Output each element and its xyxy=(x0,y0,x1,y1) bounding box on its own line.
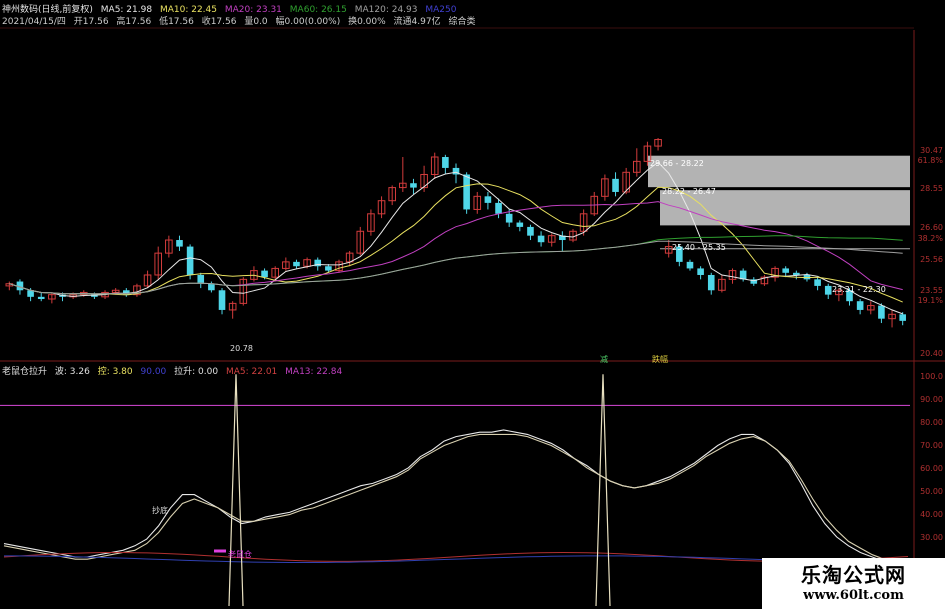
candle-body xyxy=(208,283,215,291)
indicator-series-line xyxy=(3,429,909,567)
candle-body xyxy=(516,222,524,227)
indicator-axis-label: 100.0 xyxy=(920,372,943,381)
chart-canvas xyxy=(0,27,945,609)
candle-body xyxy=(793,272,800,275)
candle-body xyxy=(686,261,694,269)
candle-body xyxy=(697,268,704,275)
candle-body xyxy=(186,246,194,275)
indicator-spike xyxy=(228,374,244,607)
candle-body xyxy=(293,261,300,267)
price-axis-label: 61.8% xyxy=(917,156,943,165)
price-axis-label: 38.2% xyxy=(917,234,943,243)
price-axis-label: 26.60 xyxy=(920,223,943,232)
price-axis-label: 30.47 xyxy=(920,146,943,155)
price-axis-label: 19.1% xyxy=(917,296,943,305)
candle-body xyxy=(484,196,492,203)
candle-body xyxy=(878,305,885,319)
candle-body xyxy=(197,274,205,284)
price-axis-label: 25.56 xyxy=(920,255,943,264)
candle-body xyxy=(899,314,906,321)
lower-signal-label: 老鼠仓 xyxy=(228,550,252,559)
candle-body xyxy=(495,202,502,214)
indicator-spike xyxy=(595,374,611,607)
candle-body xyxy=(218,290,226,310)
indicator-axis-label: 80.00 xyxy=(920,418,943,427)
price-axis-label: 23.55 xyxy=(920,286,943,295)
price-axis-label: 28.55 xyxy=(920,184,943,193)
candle-body xyxy=(856,301,864,310)
candle-body xyxy=(612,178,619,192)
low-price-label: 20.78 xyxy=(230,344,253,353)
signal-b-label: 跌幅 xyxy=(652,355,668,364)
candle-body xyxy=(707,274,715,291)
candle-body xyxy=(782,268,789,273)
candle-body xyxy=(325,266,332,271)
candle-body xyxy=(176,240,183,247)
candle-body xyxy=(537,235,545,243)
candle-body xyxy=(527,226,534,236)
candle-body xyxy=(814,279,821,286)
ma60-line xyxy=(9,235,903,295)
candle-body xyxy=(442,157,449,168)
upper-signal-label: 抄底 xyxy=(152,506,168,515)
site-watermark: 乐淘公式网 www.60lt.com xyxy=(762,558,945,609)
price-axis-label: 20.40 xyxy=(920,349,943,358)
indicator-axis-label: 90.00 xyxy=(920,395,943,404)
indicator-series-line xyxy=(3,433,909,565)
watermark-title: 乐淘公式网 xyxy=(801,563,906,587)
indicator-axis-label: 50.00 xyxy=(920,487,943,496)
watermark-url: www.60lt.com xyxy=(803,588,904,603)
candle-body xyxy=(410,183,417,188)
indicator-axis-label: 40.00 xyxy=(920,510,943,519)
box2-label: 28.22 - 26.47 xyxy=(662,187,716,196)
signal-a-label: 减 xyxy=(600,355,608,364)
box3-label: 25.40 - 25.35 xyxy=(672,243,726,252)
target-label: 23.31 - 22.30 xyxy=(832,285,886,294)
indicator-axis-label: 70.00 xyxy=(920,441,943,450)
indicator-axis-label: 30.00 xyxy=(920,533,943,542)
indicator-axis-label: 60.00 xyxy=(920,464,943,473)
candle-body xyxy=(261,270,268,278)
candle-body xyxy=(505,213,513,223)
candle-body xyxy=(37,296,45,300)
candle-body xyxy=(463,174,470,210)
box1-label: 29.66 - 28.22 xyxy=(650,159,704,168)
